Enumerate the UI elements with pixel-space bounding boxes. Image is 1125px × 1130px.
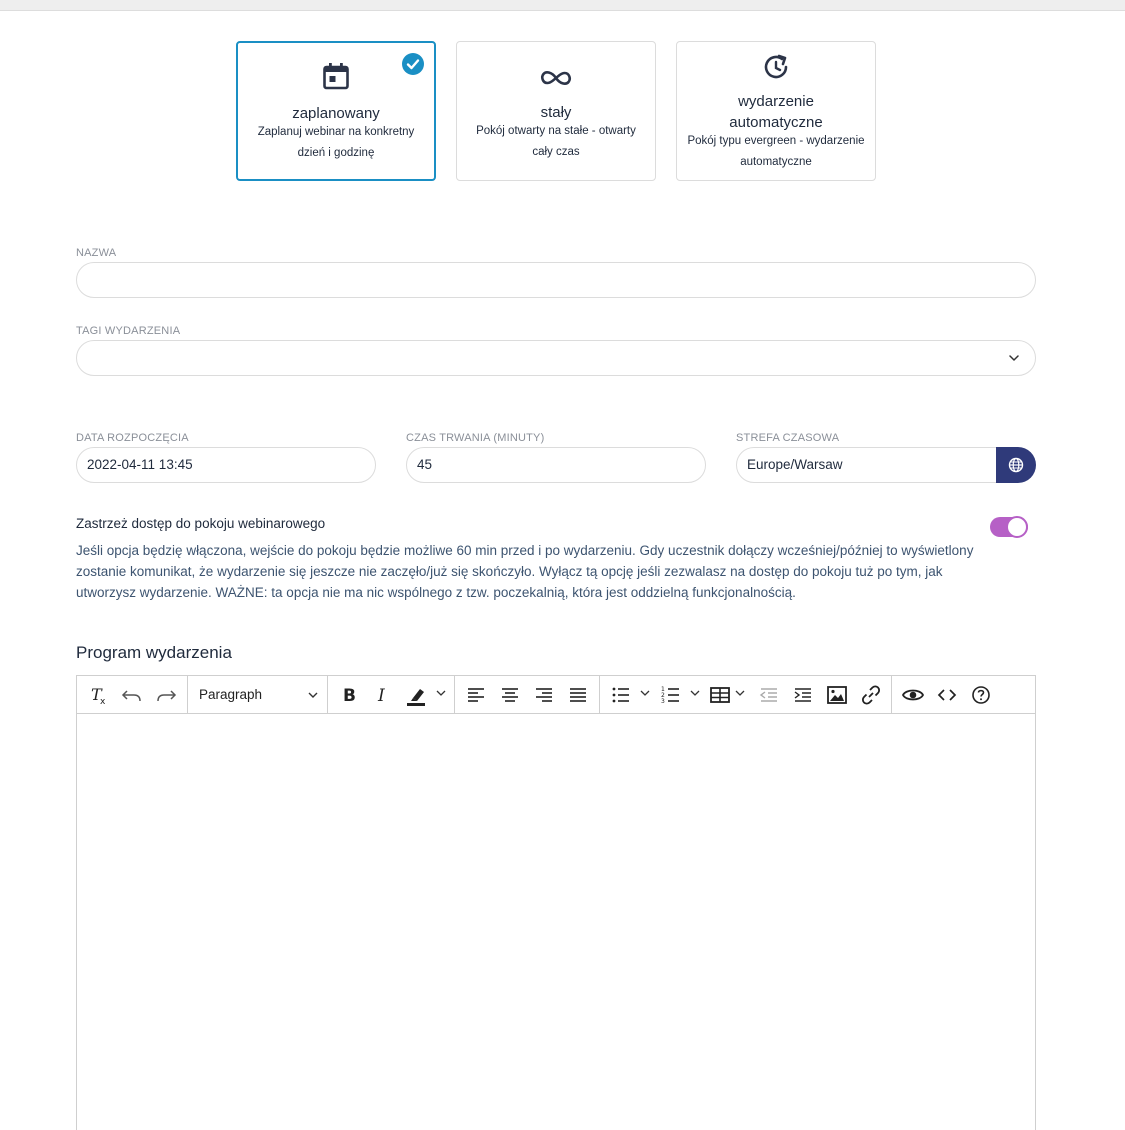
toolbar-divider	[599, 676, 600, 714]
help-button[interactable]	[968, 682, 994, 708]
card-description: Zaplanuj webinar na konkretny dzień i go…	[257, 126, 415, 159]
bold-icon: B	[336, 682, 362, 708]
event-type-card-scheduled[interactable]: zaplanowany Zaplanuj webinar na konkretn…	[236, 41, 436, 181]
bullet-list-button[interactable]	[608, 682, 634, 708]
chevron-down-icon[interactable]	[436, 688, 446, 698]
browser-top-strip	[0, 0, 1125, 11]
outdent-button[interactable]	[756, 682, 782, 708]
image-icon	[824, 682, 850, 708]
align-center-icon	[497, 682, 523, 708]
svg-text:I: I	[377, 686, 385, 706]
start-date-label: DATA ROZPOCZĘCIA	[76, 432, 189, 444]
duration-label: CZAS TRWANIA (MINUTY)	[406, 432, 545, 444]
numbered-list-button[interactable]: 123	[658, 682, 684, 708]
editor-toolbar: Tx Paragraph B I 1 2 3	[77, 676, 1035, 714]
undo-button[interactable]	[119, 682, 145, 708]
toolbar-divider	[454, 676, 455, 714]
svg-text:x: x	[100, 697, 106, 707]
chevron-down-icon[interactable]	[690, 688, 700, 698]
code-icon	[934, 682, 960, 708]
tags-select[interactable]	[76, 340, 1036, 376]
card-title: zaplanowany	[292, 105, 380, 122]
redo-icon	[153, 682, 179, 708]
clear-format-icon: Tx	[85, 682, 111, 708]
toolbar-divider	[327, 676, 328, 714]
timezone-input[interactable]: Europe/Warsaw	[736, 447, 1000, 483]
bullet-list-icon	[608, 682, 634, 708]
eye-icon	[900, 682, 926, 708]
clear-formatting-button[interactable]: Tx	[85, 682, 111, 708]
card-description: Pokój typu evergreen - wydarzenie automa…	[687, 135, 865, 168]
card-title: stały	[540, 104, 572, 121]
align-justify-button[interactable]	[565, 682, 591, 708]
bold-button[interactable]: B	[336, 682, 362, 708]
preview-button[interactable]	[900, 682, 926, 708]
help-icon	[968, 682, 994, 708]
card-title: wydarzenie automatyczne	[729, 93, 823, 131]
block-format-value: Paragraph	[199, 687, 263, 702]
program-title: Program wydarzenia	[76, 643, 232, 662]
indent-icon	[790, 682, 816, 708]
globe-icon	[1008, 457, 1024, 473]
timezone-picker-button[interactable]	[996, 447, 1036, 483]
start-date-input[interactable]: 2022-04-11 13:45	[76, 447, 376, 483]
outdent-icon	[756, 682, 782, 708]
editor-content-area[interactable]	[77, 715, 1035, 1130]
event-type-card-automatic[interactable]: wydarzenie automatyczne Pokój typu everg…	[676, 41, 876, 181]
insert-image-button[interactable]	[824, 682, 850, 708]
table-button[interactable]	[707, 682, 733, 708]
card-description: Pokój otwarty na stałe - otwarty cały cz…	[476, 125, 636, 158]
indent-button[interactable]	[790, 682, 816, 708]
redo-button[interactable]	[153, 682, 179, 708]
chevron-down-icon[interactable]	[640, 688, 650, 698]
source-code-button[interactable]	[934, 682, 960, 708]
align-justify-icon	[565, 682, 591, 708]
chevron-down-icon	[1007, 351, 1021, 365]
chevron-down-icon	[307, 689, 319, 701]
duration-input[interactable]: 45	[406, 447, 706, 483]
selected-check-icon	[402, 53, 424, 75]
numbered-list-icon: 123	[658, 682, 684, 708]
tags-label: TAGI WYDARZENIA	[76, 325, 181, 337]
insert-link-button[interactable]	[858, 682, 884, 708]
infinity-icon	[541, 63, 571, 93]
link-icon	[858, 682, 884, 708]
align-right-button[interactable]	[531, 682, 557, 708]
svg-text:3: 3	[661, 698, 665, 705]
restrict-access-toggle[interactable]	[990, 516, 1028, 538]
table-icon	[707, 682, 733, 708]
italic-button[interactable]: I	[370, 682, 396, 708]
toggle-knob	[1006, 516, 1028, 538]
highlight-color-button[interactable]	[404, 682, 430, 708]
undo-icon	[119, 682, 145, 708]
restrict-access-title: Zastrzeż dostęp do pokoju webinarowego	[76, 516, 326, 531]
rich-text-editor: Tx Paragraph B I 1 2 3	[76, 675, 1036, 1130]
calendar-icon	[321, 61, 351, 91]
event-type-card-permanent[interactable]: stały Pokój otwarty na stałe - otwarty c…	[456, 41, 656, 181]
toolbar-divider	[891, 676, 892, 714]
italic-icon: I	[370, 682, 396, 708]
chevron-down-icon[interactable]	[735, 688, 745, 698]
restrict-access-description: Jeśli opcja będzię włączona, wejście do …	[76, 543, 974, 600]
highlighter-icon	[404, 682, 430, 708]
clock-refresh-icon	[761, 52, 791, 82]
align-left-button[interactable]	[463, 682, 489, 708]
svg-text:B: B	[343, 686, 356, 706]
toolbar-divider	[187, 676, 188, 714]
name-label: NAZWA	[76, 247, 117, 259]
name-input[interactable]	[76, 262, 1036, 298]
align-right-icon	[531, 682, 557, 708]
timezone-label: STREFA CZASOWA	[736, 432, 840, 444]
block-format-select[interactable]: Paragraph	[189, 682, 325, 708]
align-center-button[interactable]	[497, 682, 523, 708]
align-left-icon	[463, 682, 489, 708]
